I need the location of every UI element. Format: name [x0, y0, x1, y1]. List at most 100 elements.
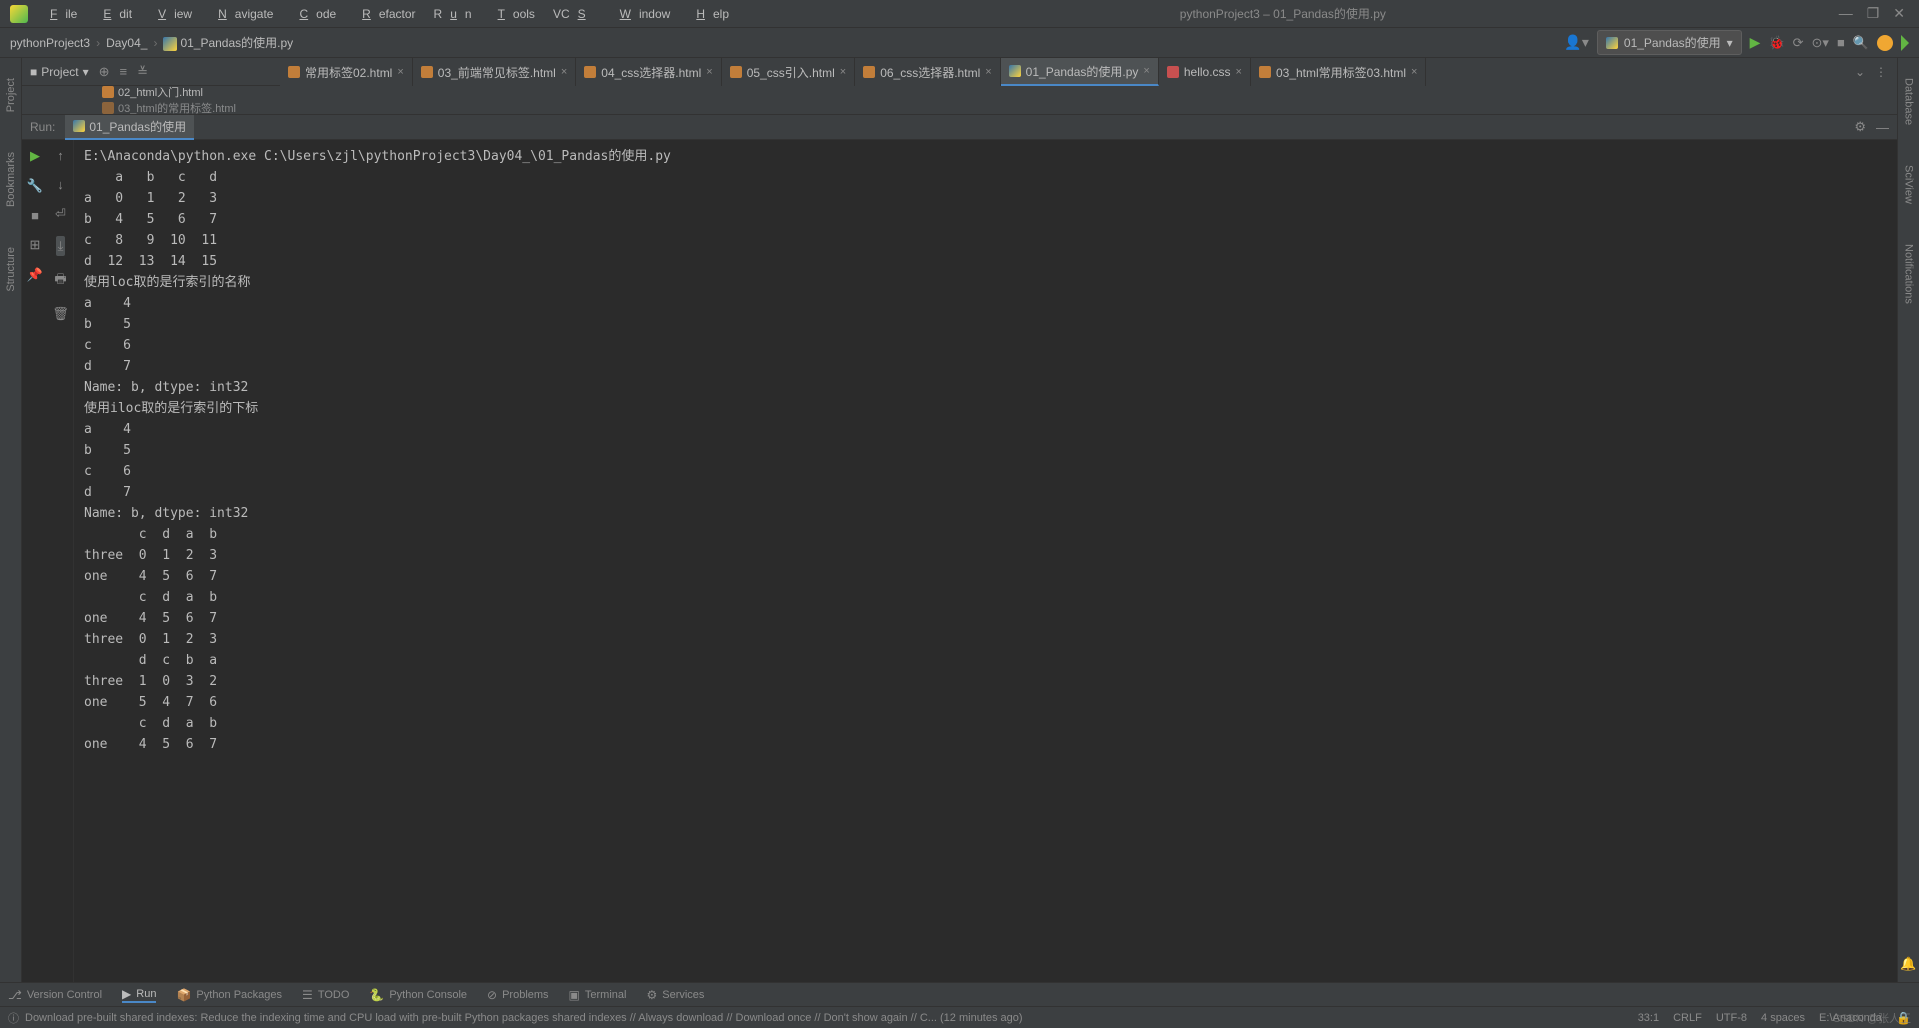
tabs-more-icon[interactable]: ⋮ [1875, 65, 1887, 79]
close-tab-icon[interactable]: × [1143, 65, 1149, 77]
layout-icon[interactable]: ⊞ [30, 237, 41, 253]
window-title: pythonProject3 – 01_Pandas的使用.py [737, 5, 1829, 22]
trash-icon[interactable]: 🗑 [52, 306, 69, 322]
run-config-selector[interactable]: 01_Pandas的使用 ▾ [1597, 30, 1742, 55]
rail-sciview[interactable]: SciView [1903, 165, 1915, 204]
run-tab[interactable]: 01_Pandas的使用 [65, 115, 194, 140]
toolwin-run[interactable]: ▶Run [122, 987, 156, 1003]
close-tab-icon[interactable]: × [985, 66, 991, 78]
collapse-icon[interactable]: ≚ [137, 64, 148, 80]
status-bar: ⓘ Download pre-built shared indexes: Red… [0, 1006, 1919, 1028]
tabs-dropdown-icon[interactable]: ⌄ [1855, 65, 1865, 79]
caret-position[interactable]: 33:1 [1638, 1012, 1659, 1024]
toolwin-terminal[interactable]: ▣Terminal [569, 988, 627, 1002]
maximize-icon[interactable]: ❐ [1867, 5, 1880, 22]
chevron-right-icon: › [153, 36, 157, 50]
pin-icon[interactable]: 📌 [27, 267, 43, 283]
search-icon[interactable]: 🔍 [1853, 35, 1869, 51]
tab-file[interactable]: 03_前端常见标签.html× [413, 58, 576, 86]
toolwin-todo[interactable]: ☰TODO [302, 988, 349, 1002]
tab-file[interactable]: 06_css选择器.html× [855, 58, 1000, 86]
breadcrumb-folder[interactable]: Day04_ [106, 36, 147, 50]
expand-icon[interactable]: ≡ [120, 64, 128, 79]
scroll-to-end-icon[interactable]: ⤓ [56, 236, 66, 256]
info-icon: ⓘ [8, 1010, 19, 1026]
toolwin-services[interactable]: ⚙Services [646, 988, 704, 1002]
rail-structure[interactable]: Structure [5, 247, 17, 292]
close-tab-icon[interactable]: × [840, 66, 846, 78]
up-icon[interactable]: ↑ [57, 148, 64, 163]
project-tree-visible: 02_html入门.html 03_html的常用标签.html [22, 86, 1897, 114]
close-icon[interactable]: ✕ [1893, 5, 1905, 22]
breadcrumb-file[interactable]: 01_Pandas的使用.py [163, 34, 293, 51]
tab-file[interactable]: 常用标签02.html× [280, 58, 413, 86]
wrench-icon[interactable]: 🔧 [27, 178, 43, 194]
rerun-icon[interactable]: ▶ [30, 148, 40, 164]
profile-icon[interactable]: ⊙▾ [1812, 35, 1829, 51]
menu-vcs[interactable]: VCS [545, 3, 602, 25]
warning-icon: ⊘ [487, 988, 497, 1002]
menu-run[interactable]: Run [426, 3, 480, 25]
toolwin-version-control[interactable]: ⎇Version Control [8, 988, 102, 1002]
tab-file[interactable]: 05_css引入.html× [722, 58, 855, 86]
tab-file[interactable]: 04_css选择器.html× [576, 58, 721, 86]
menu-window[interactable]: Window [604, 3, 679, 25]
menu-help[interactable]: Help [680, 3, 737, 25]
menu-file[interactable]: File [34, 3, 85, 25]
stop-icon[interactable]: ■ [1837, 35, 1845, 50]
html-file-icon [102, 86, 114, 98]
code-with-me-icon[interactable] [1877, 35, 1893, 51]
coverage-icon[interactable]: ⟳ [1793, 35, 1804, 51]
close-tab-icon[interactable]: × [706, 66, 712, 78]
run-body: ▶ 🔧 ■ ⊞ 📌 ↑ ↓ ⏎ ⤓ 🖶 🗑 E:\Anaconda\python… [22, 140, 1897, 982]
rail-database[interactable]: Database [1903, 78, 1915, 125]
toolwin-python-packages[interactable]: 📦Python Packages [176, 988, 282, 1002]
menu-refactor[interactable]: Refactor [346, 3, 423, 25]
user-icon[interactable]: 👤▾ [1564, 34, 1588, 51]
rail-notifications[interactable]: Notifications [1903, 244, 1915, 304]
rail-project[interactable]: Project [5, 78, 17, 112]
pycharm-logo-icon [10, 5, 28, 23]
tab-file[interactable]: hello.css× [1159, 58, 1251, 86]
toolwin-python-console[interactable]: 🐍Python Console [369, 988, 467, 1002]
breadcrumb-project[interactable]: pythonProject3 [10, 36, 90, 50]
close-tab-icon[interactable]: × [561, 66, 567, 78]
python-file-icon [1009, 65, 1021, 77]
menu-code[interactable]: Code [283, 3, 344, 25]
project-label[interactable]: ■ Project ▾ [30, 65, 89, 79]
main-menu: File Edit View Navigate Code Refactor Ru… [34, 3, 737, 25]
close-tab-icon[interactable]: × [1236, 66, 1242, 78]
chevron-down-icon: ▾ [1727, 36, 1733, 50]
rail-bookmarks[interactable]: Bookmarks [5, 152, 17, 207]
line-ending[interactable]: CRLF [1673, 1012, 1702, 1024]
debug-button[interactable]: 🐞 [1768, 35, 1784, 51]
editor-tabs: 常用标签02.html× 03_前端常见标签.html× 04_css选择器.h… [280, 58, 1897, 86]
menu-tools[interactable]: Tools [482, 3, 543, 25]
toolwin-problems[interactable]: ⊘Problems [487, 988, 549, 1002]
minimize-icon[interactable]: — [1839, 5, 1853, 22]
ide-updates-icon[interactable] [1901, 35, 1909, 51]
menu-view[interactable]: View [142, 3, 200, 25]
breadcrumb: pythonProject3 › Day04_ › 01_Pandas的使用.p… [10, 34, 1564, 51]
bell-icon[interactable]: 🔔 [1900, 956, 1916, 972]
down-icon[interactable]: ↓ [57, 177, 64, 192]
close-tab-icon[interactable]: × [397, 66, 403, 78]
indent[interactable]: 4 spaces [1761, 1012, 1805, 1024]
gear-icon[interactable]: ⚙ [1854, 119, 1866, 135]
stop-icon[interactable]: ■ [31, 208, 39, 223]
close-tab-icon[interactable]: × [1411, 66, 1417, 78]
encoding[interactable]: UTF-8 [1716, 1012, 1747, 1024]
soft-wrap-icon[interactable]: ⏎ [55, 206, 66, 222]
tab-file[interactable]: 03_html常用标签03.html× [1251, 58, 1426, 86]
console-output[interactable]: E:\Anaconda\python.exe C:\Users\zjl\pyth… [74, 140, 1897, 982]
tree-file[interactable]: 02_html入门.html [102, 86, 1897, 100]
menu-edit[interactable]: Edit [87, 3, 140, 25]
menu-navigate[interactable]: Navigate [202, 3, 281, 25]
hide-icon[interactable]: — [1876, 120, 1889, 135]
tree-file[interactable]: 03_html的常用标签.html [102, 100, 1897, 114]
select-target-icon[interactable]: ⊕ [99, 64, 110, 80]
print-icon[interactable]: 🖶 [54, 270, 66, 292]
tab-file-active[interactable]: 01_Pandas的使用.py× [1001, 58, 1159, 86]
status-message[interactable]: ⓘ Download pre-built shared indexes: Red… [8, 1010, 1638, 1026]
run-button[interactable]: ▶ [1750, 34, 1761, 51]
